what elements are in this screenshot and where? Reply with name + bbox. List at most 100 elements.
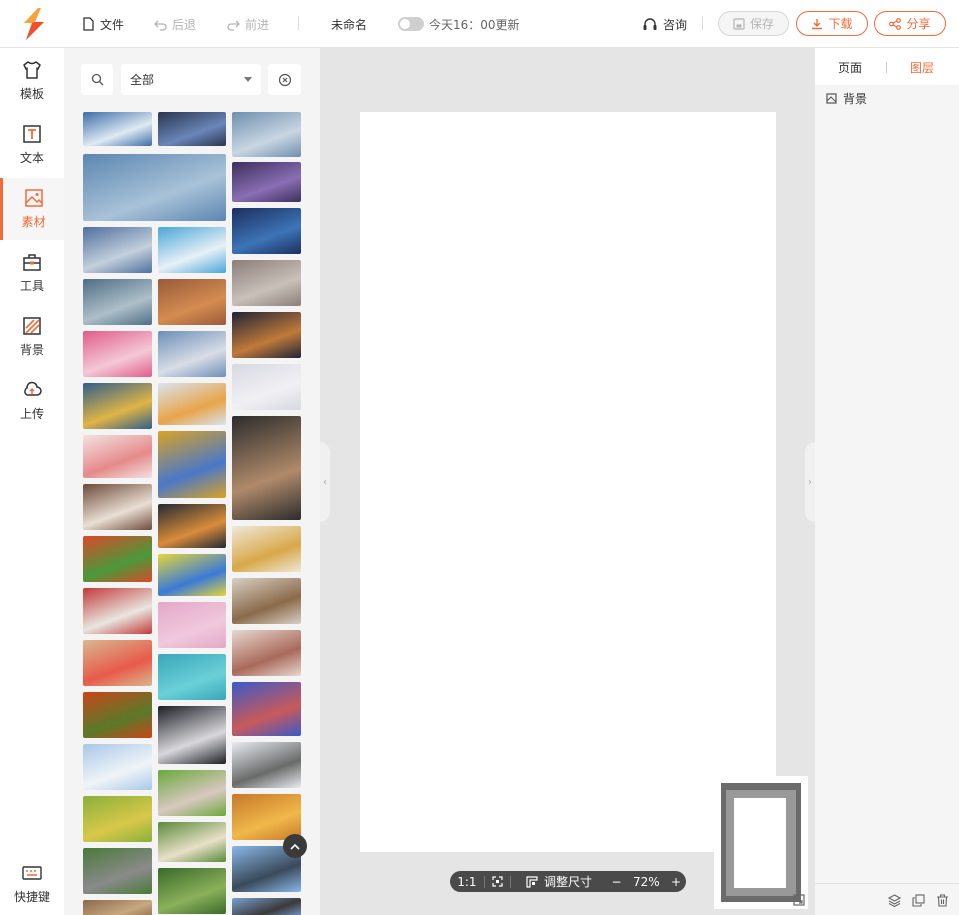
document-name[interactable]: 未命名 [331, 15, 367, 33]
material-thumbnail[interactable] [83, 154, 226, 221]
save-button[interactable]: 保存 [718, 11, 789, 36]
resize-label: 调整尺寸 [544, 875, 593, 889]
material-thumbnail[interactable] [83, 640, 152, 686]
design-page[interactable] [360, 112, 776, 852]
material-thumbnail[interactable] [232, 630, 301, 676]
material-thumbnail[interactable] [158, 383, 226, 425]
material-thumbnail[interactable] [83, 796, 152, 842]
material-thumbnail[interactable] [232, 794, 301, 840]
delete-icon[interactable] [936, 894, 949, 907]
material-thumbnail[interactable] [83, 900, 152, 915]
collapse-left-panel-button[interactable]: ‹ [320, 442, 330, 522]
tshirt-icon [23, 61, 41, 79]
left-nav: 模板 文本 素材 工具 背景 上传 快捷键 [0, 48, 64, 915]
material-thumbnail[interactable] [232, 364, 301, 410]
consult-button[interactable]: 咨询 [642, 15, 687, 33]
clear-filter-button[interactable] [268, 64, 301, 95]
material-thumbnail[interactable] [158, 431, 226, 498]
redo-icon [227, 20, 240, 31]
collapse-right-panel-button[interactable]: › [805, 442, 815, 522]
divider [298, 16, 299, 30]
material-thumbnail[interactable] [83, 744, 152, 790]
material-thumbnail[interactable] [158, 602, 226, 648]
material-thumbnail[interactable] [158, 706, 226, 764]
autosave-text: 今天16：00更新 [429, 17, 520, 32]
nav-item-background[interactable]: 背景 [0, 306, 64, 368]
fit-screen-button[interactable] [485, 871, 511, 892]
material-thumbnail[interactable] [83, 692, 152, 738]
resize-button[interactable]: 调整尺寸 [511, 871, 606, 892]
material-thumbnail[interactable] [232, 526, 301, 572]
redo-button[interactable]: 前进 [227, 15, 269, 33]
material-thumbnail[interactable] [158, 554, 226, 596]
download-label: 下载 [828, 17, 853, 31]
actual-size-button[interactable]: 1:1 [450, 871, 484, 892]
nav-item-tools[interactable]: 工具 [0, 242, 64, 304]
search-button[interactable] [81, 64, 113, 95]
nav-item-materials[interactable]: 素材 [0, 178, 64, 240]
material-thumbnail[interactable] [83, 383, 152, 429]
top-bar: 文件 后退 前进 未命名 今天16：00更新 咨询 保存 下载 分享 [0, 0, 959, 48]
nav-label: 文本 [19, 151, 44, 165]
zoom-toolbar: 1:1 调整尺寸 − 72% + [450, 871, 686, 892]
material-thumbnail[interactable] [232, 312, 301, 358]
material-thumbnail[interactable] [232, 260, 301, 306]
material-thumbnail[interactable] [83, 536, 152, 582]
material-thumbnail[interactable] [158, 112, 226, 146]
material-thumbnail[interactable] [83, 848, 152, 894]
materials-grid[interactable] [64, 48, 320, 915]
material-thumbnail[interactable] [232, 162, 301, 202]
undo-button[interactable]: 后退 [154, 15, 196, 33]
nav-label: 快捷键 [13, 890, 50, 904]
scroll-to-top-button[interactable] [283, 834, 307, 858]
material-thumbnail[interactable] [83, 435, 152, 478]
share-label: 分享 [906, 17, 931, 31]
layer-actions [815, 883, 959, 915]
material-thumbnail[interactable] [83, 279, 152, 325]
share-button[interactable]: 分享 [874, 11, 946, 36]
material-thumbnail[interactable] [158, 654, 226, 700]
material-thumbnail[interactable] [158, 770, 226, 816]
category-select[interactable]: 全部 [121, 64, 261, 95]
minimap[interactable] [714, 776, 808, 909]
material-thumbnail[interactable] [232, 112, 301, 157]
zoom-out-button[interactable]: − [607, 871, 627, 892]
material-thumbnail[interactable] [158, 822, 226, 862]
layer-item-background[interactable]: 背景 [826, 90, 867, 107]
nav-item-shortcuts[interactable]: 快捷键 [0, 853, 64, 915]
nav-item-upload[interactable]: 上传 [0, 370, 64, 432]
right-panel-tabs: 页面 图层 [815, 48, 959, 85]
zoom-out-label: − [611, 874, 622, 889]
material-thumbnail[interactable] [83, 112, 152, 146]
app-logo[interactable] [16, 6, 50, 42]
material-thumbnail[interactable] [158, 227, 226, 273]
nav-item-text[interactable]: 文本 [0, 114, 64, 176]
tab-page[interactable]: 页面 [838, 59, 862, 76]
tab-layers[interactable]: 图层 [910, 59, 934, 76]
material-thumbnail[interactable] [232, 682, 301, 736]
zoom-in-button[interactable]: + [666, 871, 686, 892]
material-thumbnail[interactable] [83, 484, 152, 530]
material-thumbnail[interactable] [83, 227, 152, 273]
nav-item-templates[interactable]: 模板 [0, 50, 64, 112]
material-thumbnail[interactable] [158, 868, 226, 914]
material-thumbnail[interactable] [158, 279, 226, 325]
material-thumbnail[interactable] [158, 331, 226, 377]
material-thumbnail[interactable] [83, 588, 152, 634]
material-thumbnail[interactable] [232, 208, 301, 254]
minimap-toggle-icon[interactable] [793, 894, 805, 906]
minimap-page [734, 798, 786, 888]
image-icon [24, 189, 43, 207]
download-button[interactable]: 下载 [796, 11, 868, 36]
autosave-toggle[interactable] [398, 17, 424, 31]
material-thumbnail[interactable] [232, 416, 301, 520]
material-thumbnail[interactable] [83, 331, 152, 377]
file-menu[interactable]: 文件 [82, 15, 124, 33]
material-thumbnail[interactable] [232, 742, 301, 788]
material-thumbnail[interactable] [232, 898, 301, 915]
material-thumbnail[interactable] [232, 578, 301, 624]
layers-icon[interactable] [888, 894, 901, 907]
copy-icon[interactable] [912, 894, 925, 907]
material-thumbnail[interactable] [158, 504, 226, 548]
undo-icon [154, 20, 167, 31]
